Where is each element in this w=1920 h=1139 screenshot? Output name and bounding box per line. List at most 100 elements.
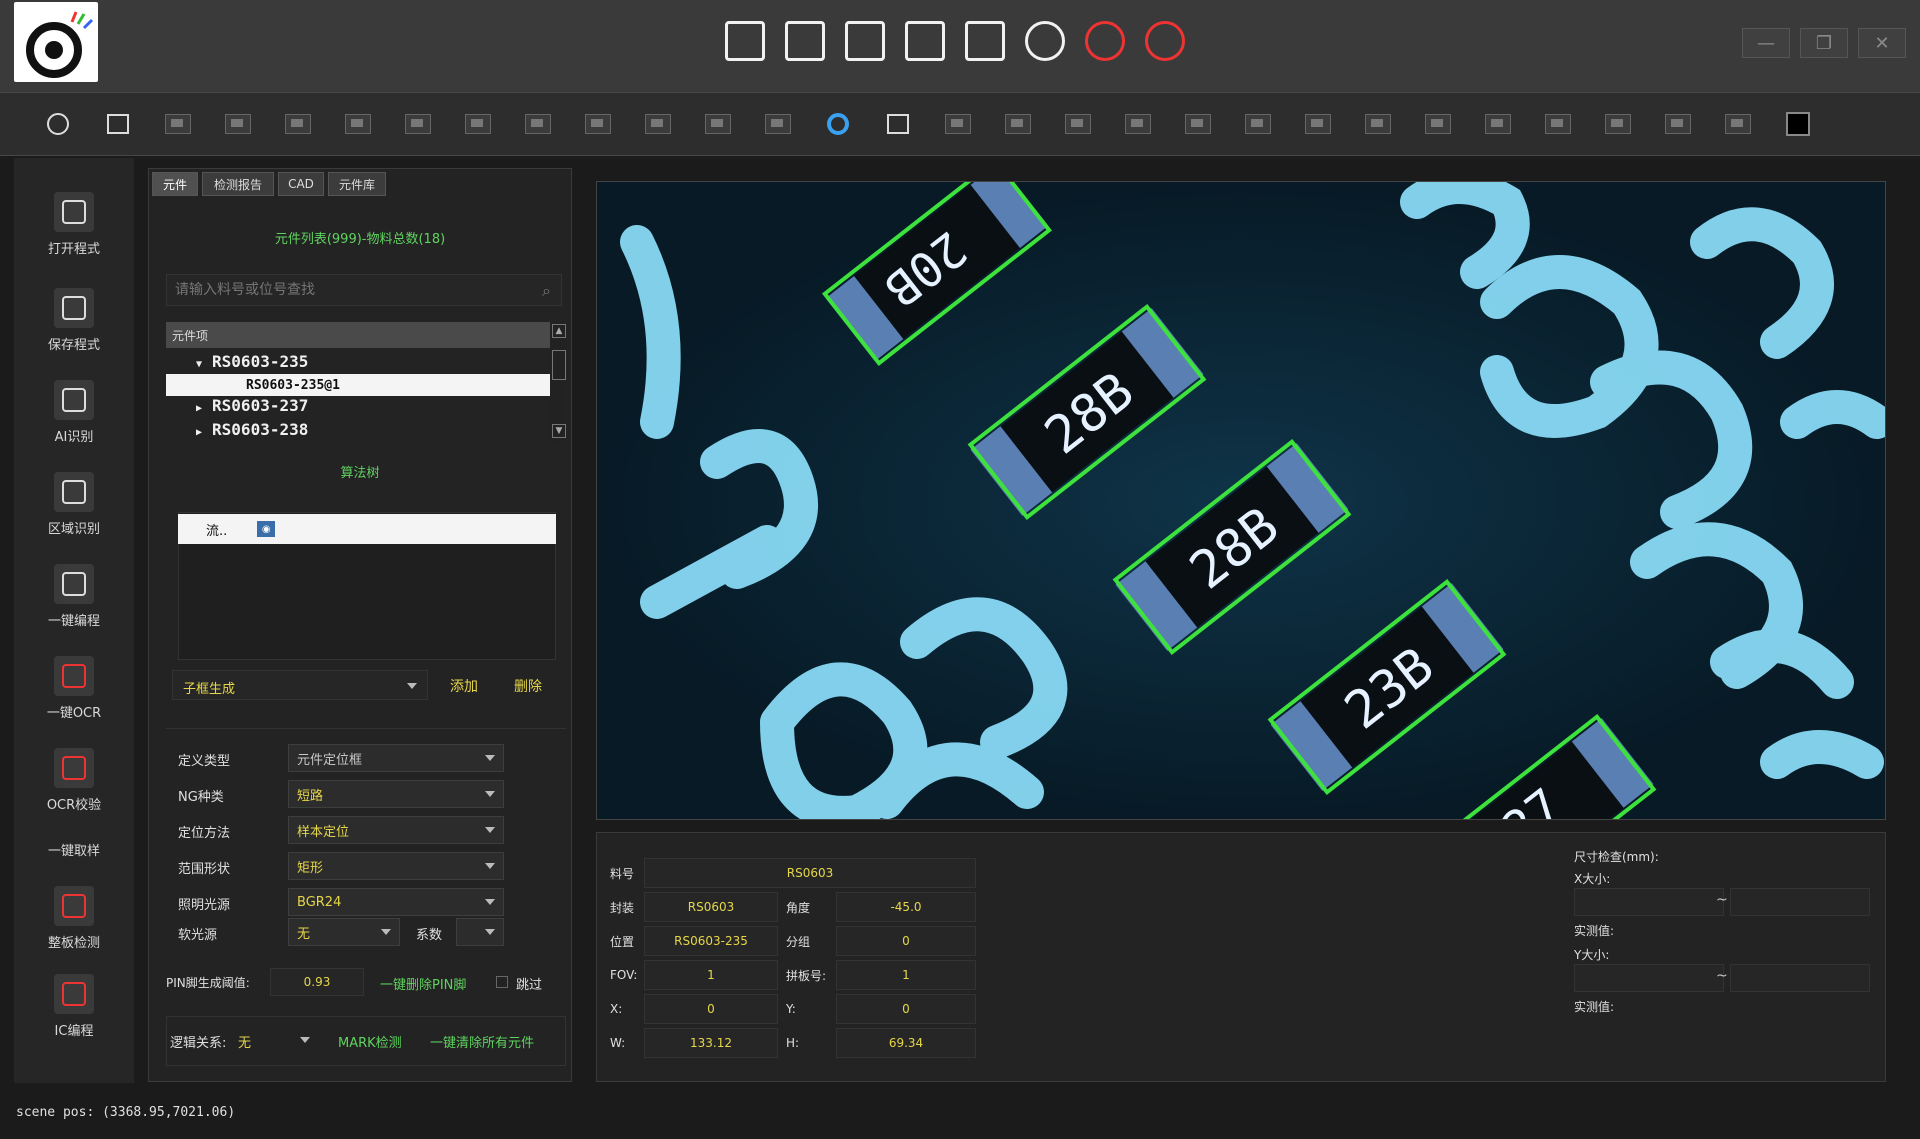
clear-all-button[interactable]: 一键清除所有元件	[430, 1032, 534, 1051]
y-size-separator: ~	[1716, 968, 1728, 984]
sidebar-folder-open[interactable]: 打开程式	[14, 186, 134, 270]
info-key: FOV:	[610, 968, 638, 982]
info-value: 133.12	[644, 1028, 778, 1058]
tool-25[interactable]	[1542, 108, 1574, 140]
tree-item[interactable]: ▼ RS0603-235	[196, 352, 308, 371]
delete-button[interactable]: 删除	[514, 676, 542, 696]
tool-21[interactable]	[1302, 108, 1334, 140]
sidebar-board-check[interactable]: 整板检测	[14, 880, 134, 964]
settings-button[interactable]	[1018, 14, 1072, 68]
y-size-max-input[interactable]	[1730, 964, 1870, 992]
tool-3[interactable]	[222, 108, 254, 140]
tool-15[interactable]	[942, 108, 974, 140]
monitor-icon	[785, 21, 825, 61]
tool-23[interactable]	[1422, 108, 1454, 140]
tool-27[interactable]	[1662, 108, 1694, 140]
soft-light-select[interactable]: 无	[288, 918, 400, 946]
tree-item[interactable]: ▶ RS0603-237	[196, 396, 308, 415]
tool-0[interactable]	[42, 108, 74, 140]
search-input[interactable]	[167, 275, 517, 305]
tab-component[interactable]: 元件	[152, 172, 198, 196]
tab-report[interactable]: 检测报告	[202, 172, 274, 196]
sidebar-ai[interactable]: AI识别	[14, 374, 134, 458]
x-size-min-input[interactable]	[1574, 888, 1724, 916]
sidebar-ai-program[interactable]: 一键编程	[14, 558, 134, 642]
tool-4[interactable]	[282, 108, 314, 140]
tool-24[interactable]	[1482, 108, 1514, 140]
tool-9[interactable]	[582, 108, 614, 140]
tool-6[interactable]	[402, 108, 434, 140]
add-button[interactable]: 添加	[450, 676, 478, 696]
tool-12[interactable]	[762, 108, 794, 140]
tool-20[interactable]	[1242, 108, 1274, 140]
network-icon	[965, 21, 1005, 61]
tool-1[interactable]	[102, 108, 134, 140]
algo-node[interactable]: 流.. ◉	[178, 514, 556, 544]
tool-29[interactable]	[1782, 108, 1814, 140]
prop-label: 定位方法	[178, 826, 231, 841]
tool-14[interactable]	[882, 108, 914, 140]
subframe-select[interactable]: 子框生成	[172, 670, 428, 700]
network-button[interactable]	[958, 14, 1012, 68]
monitor-add-button[interactable]	[898, 14, 952, 68]
info-value: 1	[644, 960, 778, 990]
maximize-icon: ❐	[1815, 32, 1833, 54]
pin-threshold-input[interactable]: 0.93	[270, 968, 364, 996]
chip-icon	[165, 114, 191, 134]
tool-11[interactable]	[702, 108, 734, 140]
sidebar-ocr[interactable]: 一键OCR	[14, 650, 134, 734]
tree-item-selected[interactable]: RS0603-235@1	[166, 374, 550, 396]
tool-22[interactable]	[1362, 108, 1394, 140]
help-button[interactable]	[1138, 14, 1192, 68]
sidebar-region[interactable]: 区域识别	[14, 466, 134, 550]
sidebar-save[interactable]: 保存程式	[14, 282, 134, 366]
chip-icon	[1665, 114, 1691, 134]
tree-scrollbar[interactable]: ▲ ▼	[550, 322, 566, 442]
prop-select[interactable]: BGR24	[288, 888, 504, 916]
tool-18[interactable]	[1122, 108, 1154, 140]
tool-26[interactable]	[1602, 108, 1634, 140]
monitor-button[interactable]	[778, 14, 832, 68]
tool-5[interactable]	[342, 108, 374, 140]
chip-icon	[1125, 114, 1151, 134]
board-check-icon	[54, 886, 94, 926]
sidebar-ic[interactable]: IC编程	[14, 968, 134, 1052]
tool-13[interactable]	[822, 108, 854, 140]
prop-select[interactable]: 元件定位框	[288, 744, 504, 772]
logic-select[interactable]: 无	[232, 1026, 316, 1054]
prop-select[interactable]: 样本定位	[288, 816, 504, 844]
tool-7[interactable]	[462, 108, 494, 140]
tab-cad[interactable]: CAD	[278, 172, 324, 196]
wifi-signal-button[interactable]	[1078, 14, 1132, 68]
eye-icon[interactable]: ◉	[257, 521, 276, 537]
tool-19[interactable]	[1182, 108, 1214, 140]
monitor-button[interactable]	[838, 14, 892, 68]
sidebar-label: 一键OCR	[46, 706, 102, 721]
folder-button[interactable]	[718, 14, 772, 68]
tool-28[interactable]	[1722, 108, 1754, 140]
image-viewer[interactable]: 20B 28B 28B 23B 27	[596, 181, 1886, 820]
chip-icon	[765, 114, 791, 134]
coef-label: 系数	[416, 928, 443, 943]
tool-2[interactable]	[162, 108, 194, 140]
tool-8[interactable]	[522, 108, 554, 140]
close-button[interactable]: ✕	[1858, 28, 1906, 58]
prop-select[interactable]: 短路	[288, 780, 504, 808]
skip-checkbox[interactable]	[496, 976, 508, 988]
sidebar-ocr-check[interactable]: OCR校验	[14, 742, 134, 826]
search-icon[interactable]: ⌕	[542, 281, 551, 301]
tab-library[interactable]: 元件库	[328, 172, 386, 196]
prop-select[interactable]: 矩形	[288, 852, 504, 880]
delete-pin-button[interactable]: 一键删除PIN脚	[380, 974, 466, 993]
y-size-min-input[interactable]	[1574, 964, 1724, 992]
coef-select[interactable]	[456, 918, 504, 946]
tool-10[interactable]	[642, 108, 674, 140]
chip-icon	[225, 114, 251, 134]
maximize-button[interactable]: ❐	[1800, 28, 1848, 58]
x-size-max-input[interactable]	[1730, 888, 1870, 916]
mark-detect-button[interactable]: MARK检测	[338, 1032, 402, 1051]
tree-item[interactable]: ▶ RS0603-238	[196, 420, 308, 439]
minimize-button[interactable]: —	[1742, 28, 1790, 58]
tool-16[interactable]	[1002, 108, 1034, 140]
tool-17[interactable]	[1062, 108, 1094, 140]
